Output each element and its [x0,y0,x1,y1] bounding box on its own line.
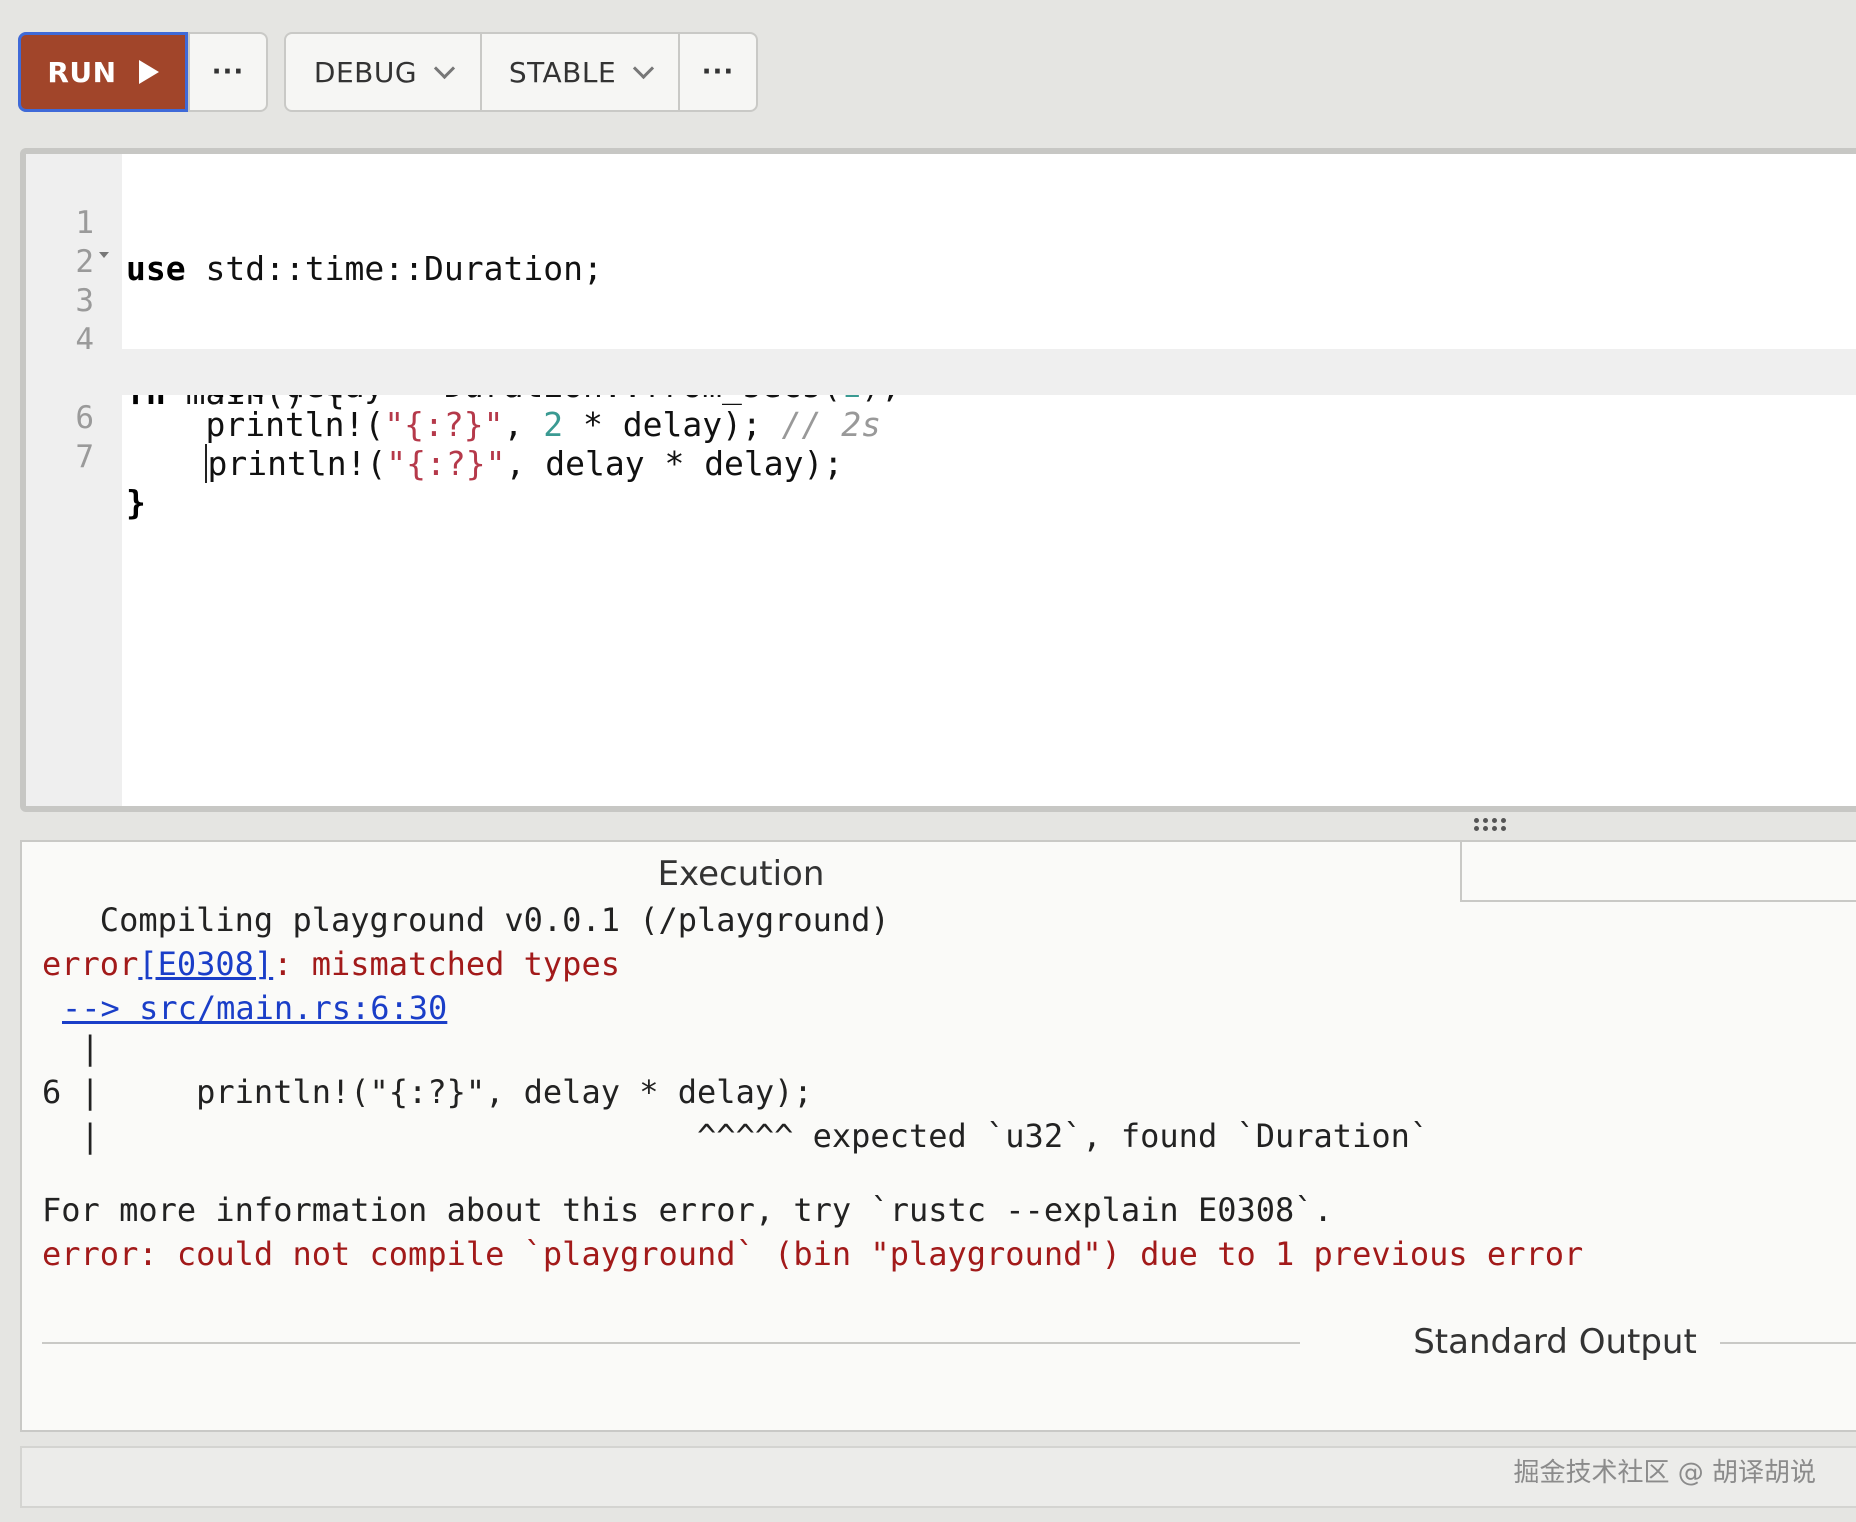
ellipsis-icon: ··· [211,57,245,87]
channel-label: STABLE [508,55,617,89]
line-number: 7 [75,439,94,475]
diagnostic-caret-line: | ^^^^^ expected `u32`, found `Duration` [42,1117,1430,1155]
divider [1720,1342,1856,1344]
fold-arrow-icon[interactable] [99,252,109,258]
code-text: } [126,483,146,522]
run-button[interactable]: RUN [18,32,188,112]
more-run-options-button[interactable]: ··· [188,34,266,110]
config-button-group: DEBUG STABLE ··· [284,32,758,112]
code-line-7[interactable]: 7 } [26,388,1856,522]
standard-output-section: Standard Output [42,1312,1856,1372]
code-editor[interactable]: 1 use std::time::Duration; 2 3 fn main()… [20,148,1856,812]
error-code-link[interactable]: [E0308] [138,945,273,983]
advanced-options-button[interactable]: ··· [678,34,756,110]
compiling-line: Compiling playground v0.0.1 (/playground… [42,901,890,939]
ellipsis-icon: ··· [701,57,735,87]
channel-dropdown[interactable]: STABLE [480,34,678,110]
chevron-down-icon [433,57,456,79]
output-panel: Execution Compiling playground v0.0.1 (/… [20,840,1856,1432]
resize-handle[interactable] [1474,818,1508,834]
diagnostic-source-line: 6 | println!("{:?}", delay * delay); [42,1073,813,1111]
source-location-link[interactable]: --> src/main.rs:6:30 [62,989,447,1027]
divider [42,1342,1300,1344]
build-mode-dropdown[interactable]: DEBUG [286,34,480,110]
watermark: 掘金技术社区 @ 胡译胡说 [1513,1458,1816,1488]
code-text: println!("{:?}", delay * delay); [205,444,844,483]
run-button-group: RUN ··· [18,32,268,112]
error-heading: error[E0308]: mismatched types [42,945,620,983]
run-label: RUN [47,55,117,89]
execution-header: Execution [657,854,825,894]
location-line: --> src/main.rs:6:30 [62,986,447,1030]
output-tab-area[interactable] [1460,842,1856,902]
build-mode-label: DEBUG [313,55,418,89]
final-error-line: error: could not compile `playground` (b… [42,1235,1584,1273]
play-icon [138,60,159,84]
standard-output-label: Standard Output [1413,1322,1697,1362]
diagnostic-pipe: | [42,1029,100,1067]
info-line: For more information about this error, t… [42,1191,1333,1229]
chevron-down-icon [633,57,655,79]
